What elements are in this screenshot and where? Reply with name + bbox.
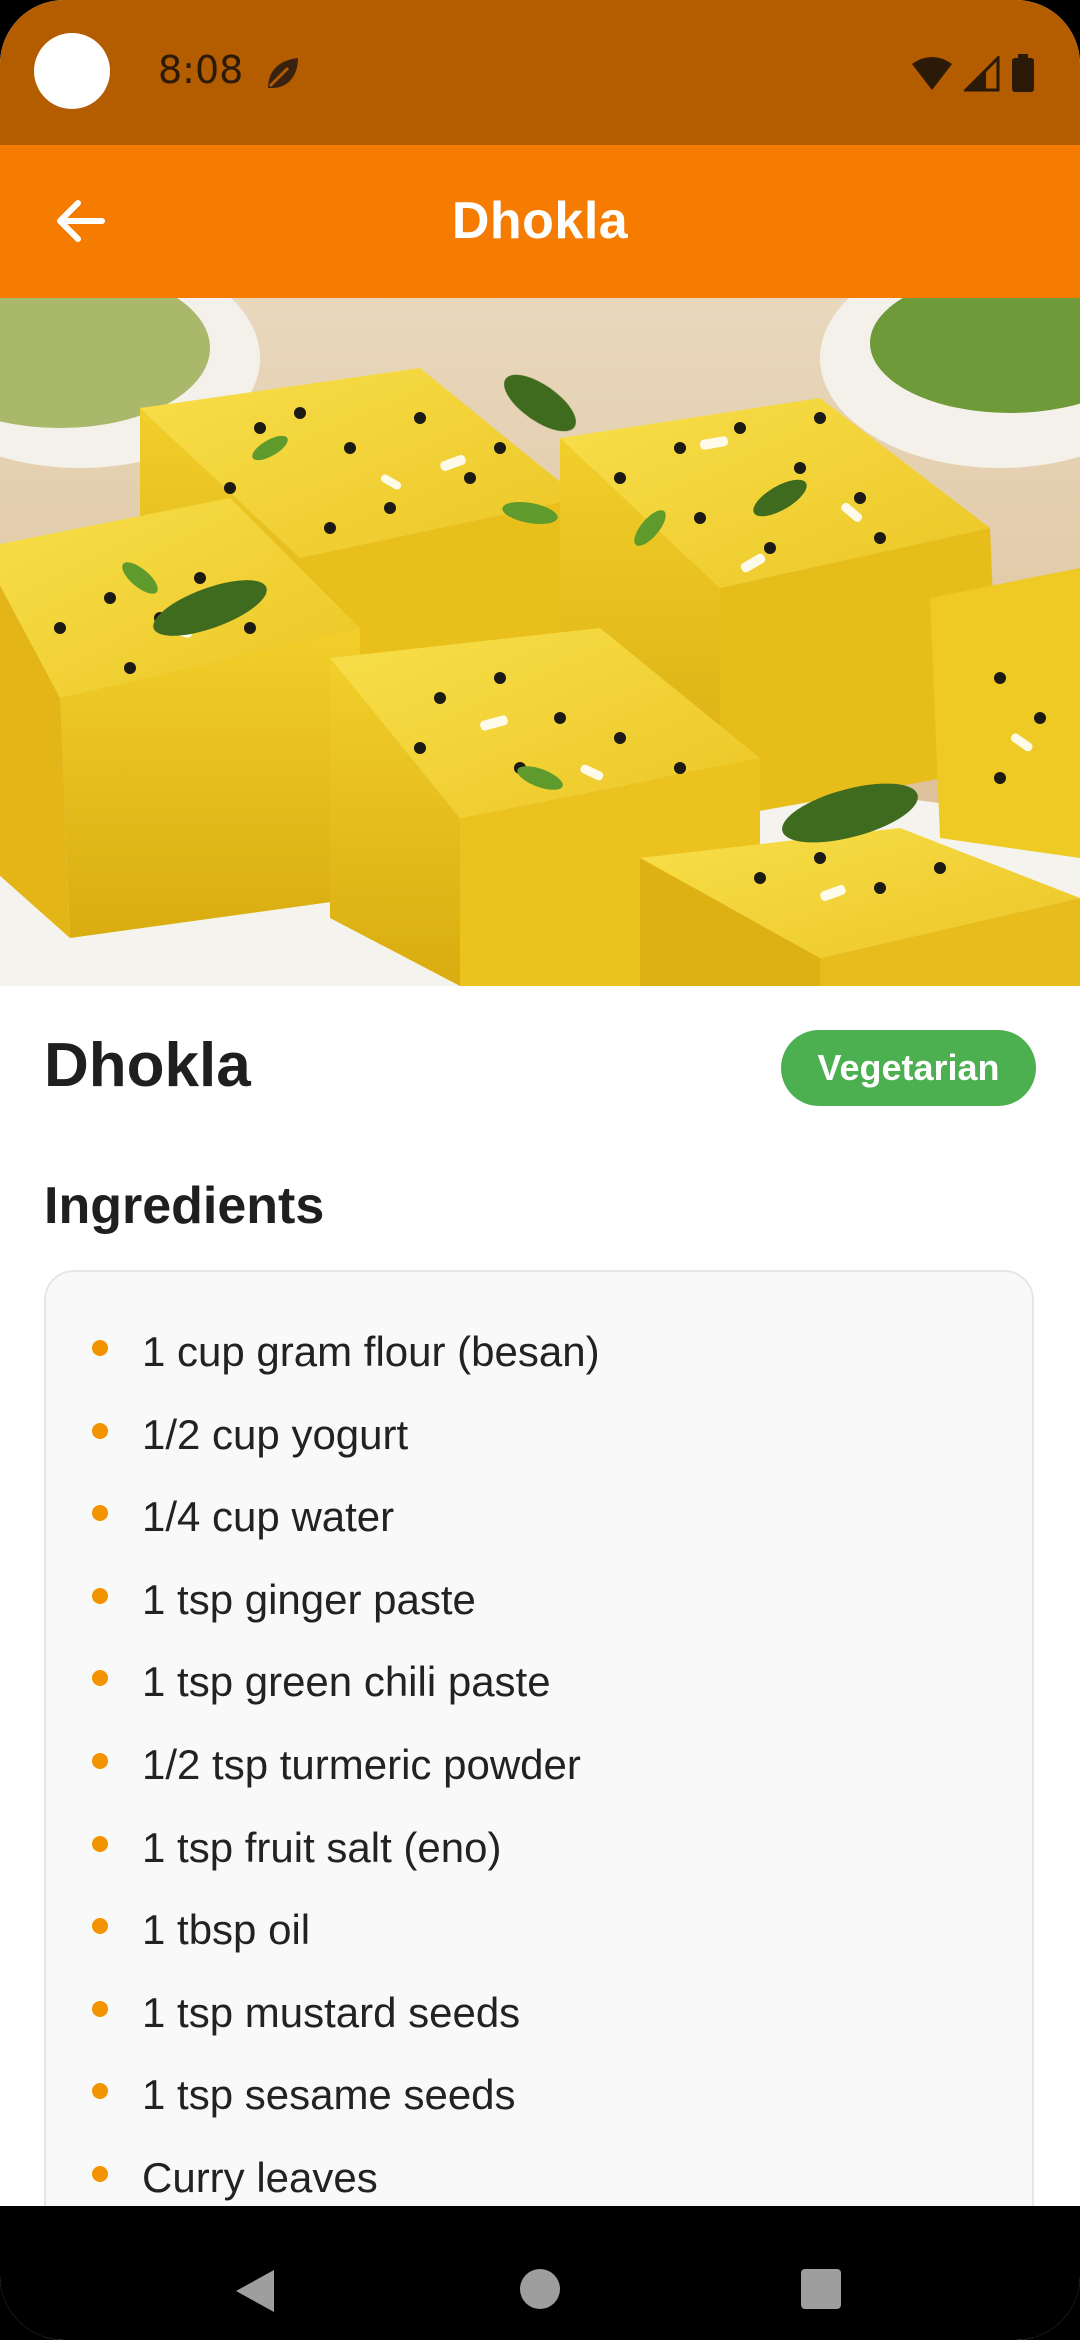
dhokla-photo [0, 298, 1080, 986]
home-circle-icon[interactable] [519, 2268, 561, 2310]
bullet-icon [92, 1752, 108, 1769]
ingredient-text: Curry leaves [142, 2153, 378, 2201]
ingredients-list: 1 cup gram flour (besan) 1/2 cup yogurt … [46, 1331, 1032, 2241]
list-item: 1 tsp ginger paste [46, 1578, 1032, 1663]
battery-icon [1012, 54, 1034, 92]
recents-square-icon[interactable] [800, 2268, 842, 2310]
bullet-icon [92, 1505, 108, 1522]
ingredient-text: 1/2 cup yogurt [142, 1410, 409, 1458]
app-bar: Dhokla [0, 145, 1080, 298]
ingredients-heading: Ingredients [44, 1177, 325, 1235]
recipe-title: Dhokla [44, 1031, 251, 1100]
bullet-icon [92, 1587, 108, 1604]
list-item: 1 tsp sesame seeds [46, 2074, 1032, 2158]
bullet-icon [92, 2083, 108, 2100]
list-item: 1/2 tsp turmeric powder [46, 1743, 1032, 1828]
wifi-icon [912, 57, 952, 90]
list-item: 1 tbsp oil [46, 1909, 1032, 1993]
ingredient-text: 1/2 tsp turmeric powder [142, 1740, 581, 1788]
ingredient-text: 1 tsp ginger paste [142, 1575, 476, 1623]
vegetarian-badge: Vegetarian [781, 1030, 1036, 1106]
list-item: 1 tsp green chili paste [46, 1661, 1032, 1745]
ingredient-text: 1 tsp mustard seeds [142, 1988, 521, 2036]
bullet-icon [92, 1670, 108, 1687]
phone-screen: 8:08 Dhokla Dhokla Vegetarian Ingredient… [0, 0, 1080, 2340]
leaf-icon [268, 58, 298, 88]
ingredient-text: 1/4 cup water [142, 1493, 395, 1541]
bullet-icon [92, 2165, 108, 2182]
app-bar-title: Dhokla [451, 192, 629, 250]
camera-cutout [34, 33, 110, 109]
bullet-icon [92, 1835, 108, 1852]
status-time: 8:08 [158, 48, 244, 92]
status-icons [910, 54, 1036, 94]
list-item: 1 tsp fruit salt (eno) [46, 1826, 1032, 1911]
list-item: 1/2 cup yogurt [46, 1413, 1032, 1498]
list-item: 1/4 cup water [46, 1496, 1032, 1580]
status-bar: 8:08 [0, 0, 1080, 145]
bullet-icon [92, 1918, 108, 1935]
list-item: 1 tsp mustard seeds [46, 1991, 1032, 2076]
back-triangle-icon[interactable] [234, 2268, 276, 2314]
list-item: 1 cup gram flour (besan) [46, 1331, 1032, 1415]
bullet-icon [92, 2000, 108, 2017]
ingredient-text: 1 tsp sesame seeds [142, 2071, 516, 2119]
ingredient-text: 1 tbsp oil [142, 1906, 311, 1954]
ingredients-card: 1 cup gram flour (besan) 1/2 cup yogurt … [44, 1270, 1034, 2340]
bullet-icon [92, 1422, 108, 1439]
bullet-icon [92, 1340, 108, 1356]
ingredient-text: 1 tsp green chili paste [142, 1658, 551, 1706]
ingredient-text: 1 cup gram flour (besan) [142, 1328, 600, 1375]
ingredient-text: 1 tsp fruit salt (eno) [142, 1823, 502, 1871]
signal-icon [964, 56, 1000, 92]
